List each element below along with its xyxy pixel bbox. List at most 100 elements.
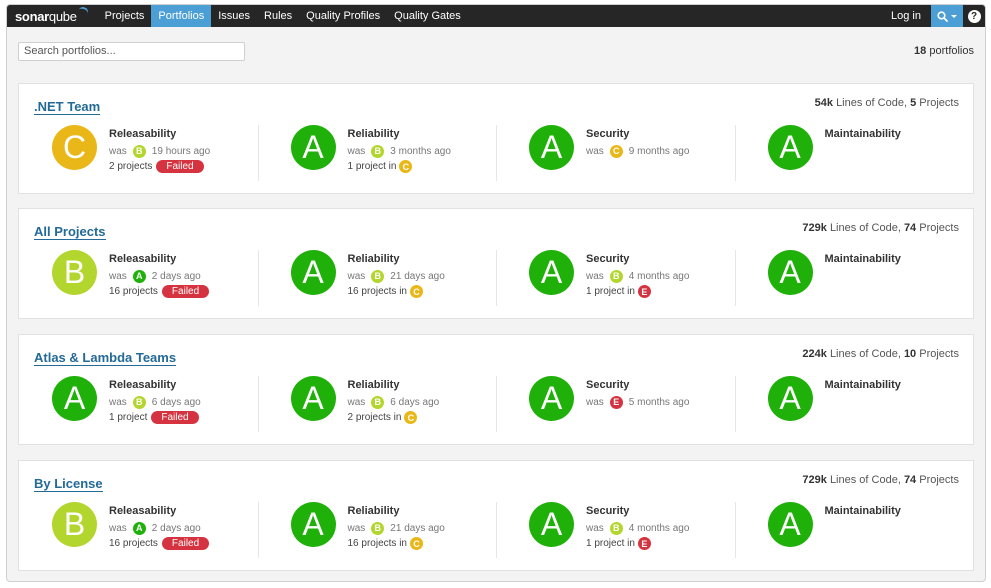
portfolio-card: Atlas & Lambda Teams 224k Lines of Code, … bbox=[18, 334, 974, 445]
was-label: was bbox=[109, 396, 127, 408]
measure-security: A Security was B 4 months ago 1 project in E bbox=[496, 250, 735, 306]
lines-of-code-label: Lines of Code, bbox=[829, 348, 901, 360]
nav-quality-profiles[interactable]: Quality Profiles bbox=[299, 5, 387, 27]
releasability-previous: was A 2 days ago bbox=[109, 519, 209, 537]
failed-status-badge: Failed bbox=[156, 160, 204, 173]
projects-detail-link[interactable]: 16 projects in bbox=[348, 538, 407, 549]
previous-time: 4 months ago bbox=[628, 270, 690, 282]
nav-projects[interactable]: Projects bbox=[98, 5, 152, 27]
releasability-rating[interactable]: B bbox=[52, 502, 97, 547]
logo-text-bold: sonar bbox=[15, 8, 49, 24]
maintainability-title: Maintainability bbox=[824, 128, 901, 140]
portfolio-name-link[interactable]: By License bbox=[34, 476, 103, 492]
portfolio-name-link[interactable]: Atlas & Lambda Teams bbox=[34, 350, 177, 366]
releasability-previous: was B 19 hours ago bbox=[109, 142, 210, 160]
reliability-rating[interactable]: A bbox=[290, 125, 336, 170]
projects-detail-link[interactable]: 1 project in bbox=[586, 538, 635, 549]
measure-maintainability: A Maintainability bbox=[734, 376, 974, 432]
projects-detail-link[interactable]: 1 project bbox=[109, 412, 147, 423]
lines-of-code-label: Lines of Code, bbox=[829, 222, 901, 234]
previous-rating-badge: A bbox=[132, 269, 146, 283]
security-rating[interactable]: A bbox=[529, 502, 574, 547]
previous-time: 21 days ago bbox=[390, 270, 445, 282]
projects-count-label: Projects bbox=[919, 474, 959, 486]
projects-detail-link[interactable]: 2 projects bbox=[109, 161, 152, 172]
maintainability-rating[interactable]: A bbox=[767, 125, 813, 170]
was-label: was bbox=[586, 145, 604, 157]
releasability-rating[interactable]: A bbox=[52, 376, 97, 421]
nav-quality-gates[interactable]: Quality Gates bbox=[387, 5, 468, 27]
projects-count-label: Projects bbox=[919, 222, 959, 234]
releasability-previous: was A 2 days ago bbox=[109, 267, 209, 285]
releasability-rating[interactable]: B bbox=[52, 250, 97, 295]
was-label: was bbox=[109, 270, 127, 282]
reliability-rating[interactable]: A bbox=[290, 376, 336, 421]
maintainability-rating[interactable]: A bbox=[767, 250, 813, 295]
reliability-previous: was B 21 days ago bbox=[348, 519, 445, 537]
was-label: was bbox=[586, 522, 604, 534]
detail-rating-badge: C bbox=[404, 411, 418, 424]
measures-row: C Releasability was B 19 hours ago 2 projects… bbox=[19, 125, 973, 181]
failed-status-badge: Failed bbox=[151, 411, 199, 424]
projects-detail-link[interactable]: 16 projects bbox=[109, 286, 158, 297]
lines-of-code-value: 729k bbox=[802, 474, 827, 486]
previous-time: 5 months ago bbox=[628, 396, 690, 408]
reliability-title: Reliability bbox=[347, 128, 400, 140]
portfolio-name: .NET Team bbox=[34, 99, 101, 115]
portfolio-name-link[interactable]: All Projects bbox=[34, 224, 106, 240]
reliability-previous: was B 3 months ago bbox=[348, 142, 451, 160]
global-search-button[interactable] bbox=[931, 5, 963, 27]
reliability-rating[interactable]: A bbox=[290, 250, 336, 295]
projects-detail-link[interactable]: 2 projects in bbox=[348, 412, 402, 423]
projects-detail-link[interactable]: 1 project in bbox=[586, 286, 635, 297]
was-label: was bbox=[347, 396, 366, 408]
detail-rating-badge: E bbox=[637, 285, 651, 298]
previous-rating-badge: C bbox=[609, 144, 623, 158]
measure-releasability: A Releasability was B 6 days ago 1 project Fai… bbox=[19, 376, 258, 432]
login-link[interactable]: Log in bbox=[881, 5, 931, 27]
portfolio-stats: 729k Lines of Code, 74 Projects bbox=[802, 222, 959, 234]
portfolio-name: Atlas & Lambda Teams bbox=[34, 350, 177, 366]
security-rating[interactable]: A bbox=[529, 376, 574, 421]
measure-security: A Security was E 5 months ago bbox=[496, 376, 735, 432]
maintainability-info: Maintainability bbox=[825, 379, 901, 393]
lines-of-code-value: 729k bbox=[802, 222, 827, 234]
previous-rating-badge: A bbox=[132, 521, 146, 535]
measure-maintainability: A Maintainability bbox=[734, 502, 974, 558]
portfolio-name: All Projects bbox=[34, 224, 106, 240]
portfolio-stats: 54k Lines of Code, 5 Projects bbox=[815, 97, 959, 109]
releasability-rating[interactable]: C bbox=[52, 125, 97, 170]
nav-issues[interactable]: Issues bbox=[211, 5, 257, 27]
reliability-info: Reliability was B 3 months ago 1 project in C bbox=[348, 128, 451, 173]
portfolio-card: .NET Team 54k Lines of Code, 5 Projects C R… bbox=[18, 83, 974, 194]
security-info: Security was B 4 months ago 1 project in E bbox=[586, 253, 689, 298]
projects-count-label: Projects bbox=[919, 348, 959, 360]
help-button[interactable]: ? bbox=[963, 5, 985, 27]
maintainability-rating[interactable]: A bbox=[767, 376, 813, 421]
security-rating[interactable]: A bbox=[529, 125, 574, 170]
maintainability-rating[interactable]: A bbox=[767, 502, 813, 547]
sonarqube-logo[interactable]: sonar qube bbox=[7, 5, 98, 27]
releasability-detail: 16 projects Failed bbox=[109, 285, 210, 298]
lines-of-code-value: 54k bbox=[814, 97, 833, 109]
portfolio-name-link[interactable]: .NET Team bbox=[34, 99, 101, 115]
nav-rules[interactable]: Rules bbox=[257, 5, 299, 27]
projects-detail-link[interactable]: 1 project in bbox=[348, 161, 397, 172]
measure-releasability: B Releasability was A 2 days ago 16 projects F… bbox=[19, 250, 258, 306]
nav-portfolios[interactable]: Portfolios bbox=[151, 5, 212, 27]
detail-rating-badge: E bbox=[637, 537, 651, 550]
security-rating[interactable]: A bbox=[529, 250, 574, 295]
chevron-down-icon bbox=[951, 14, 957, 18]
security-title: Security bbox=[586, 253, 630, 265]
projects-detail-link[interactable]: 16 projects bbox=[109, 538, 158, 549]
projects-detail-link[interactable]: 16 projects in bbox=[348, 286, 407, 297]
search-portfolios-input[interactable] bbox=[18, 41, 245, 61]
previous-time: 21 days ago bbox=[390, 522, 445, 534]
releasability-detail: 1 project Failed bbox=[109, 411, 201, 424]
lines-of-code-label: Lines of Code, bbox=[829, 474, 901, 486]
projects-count-label: Projects bbox=[919, 97, 959, 109]
reliability-rating[interactable]: A bbox=[290, 502, 336, 547]
security-previous: was E 5 months ago bbox=[586, 393, 689, 411]
previous-rating-badge: E bbox=[609, 395, 623, 409]
